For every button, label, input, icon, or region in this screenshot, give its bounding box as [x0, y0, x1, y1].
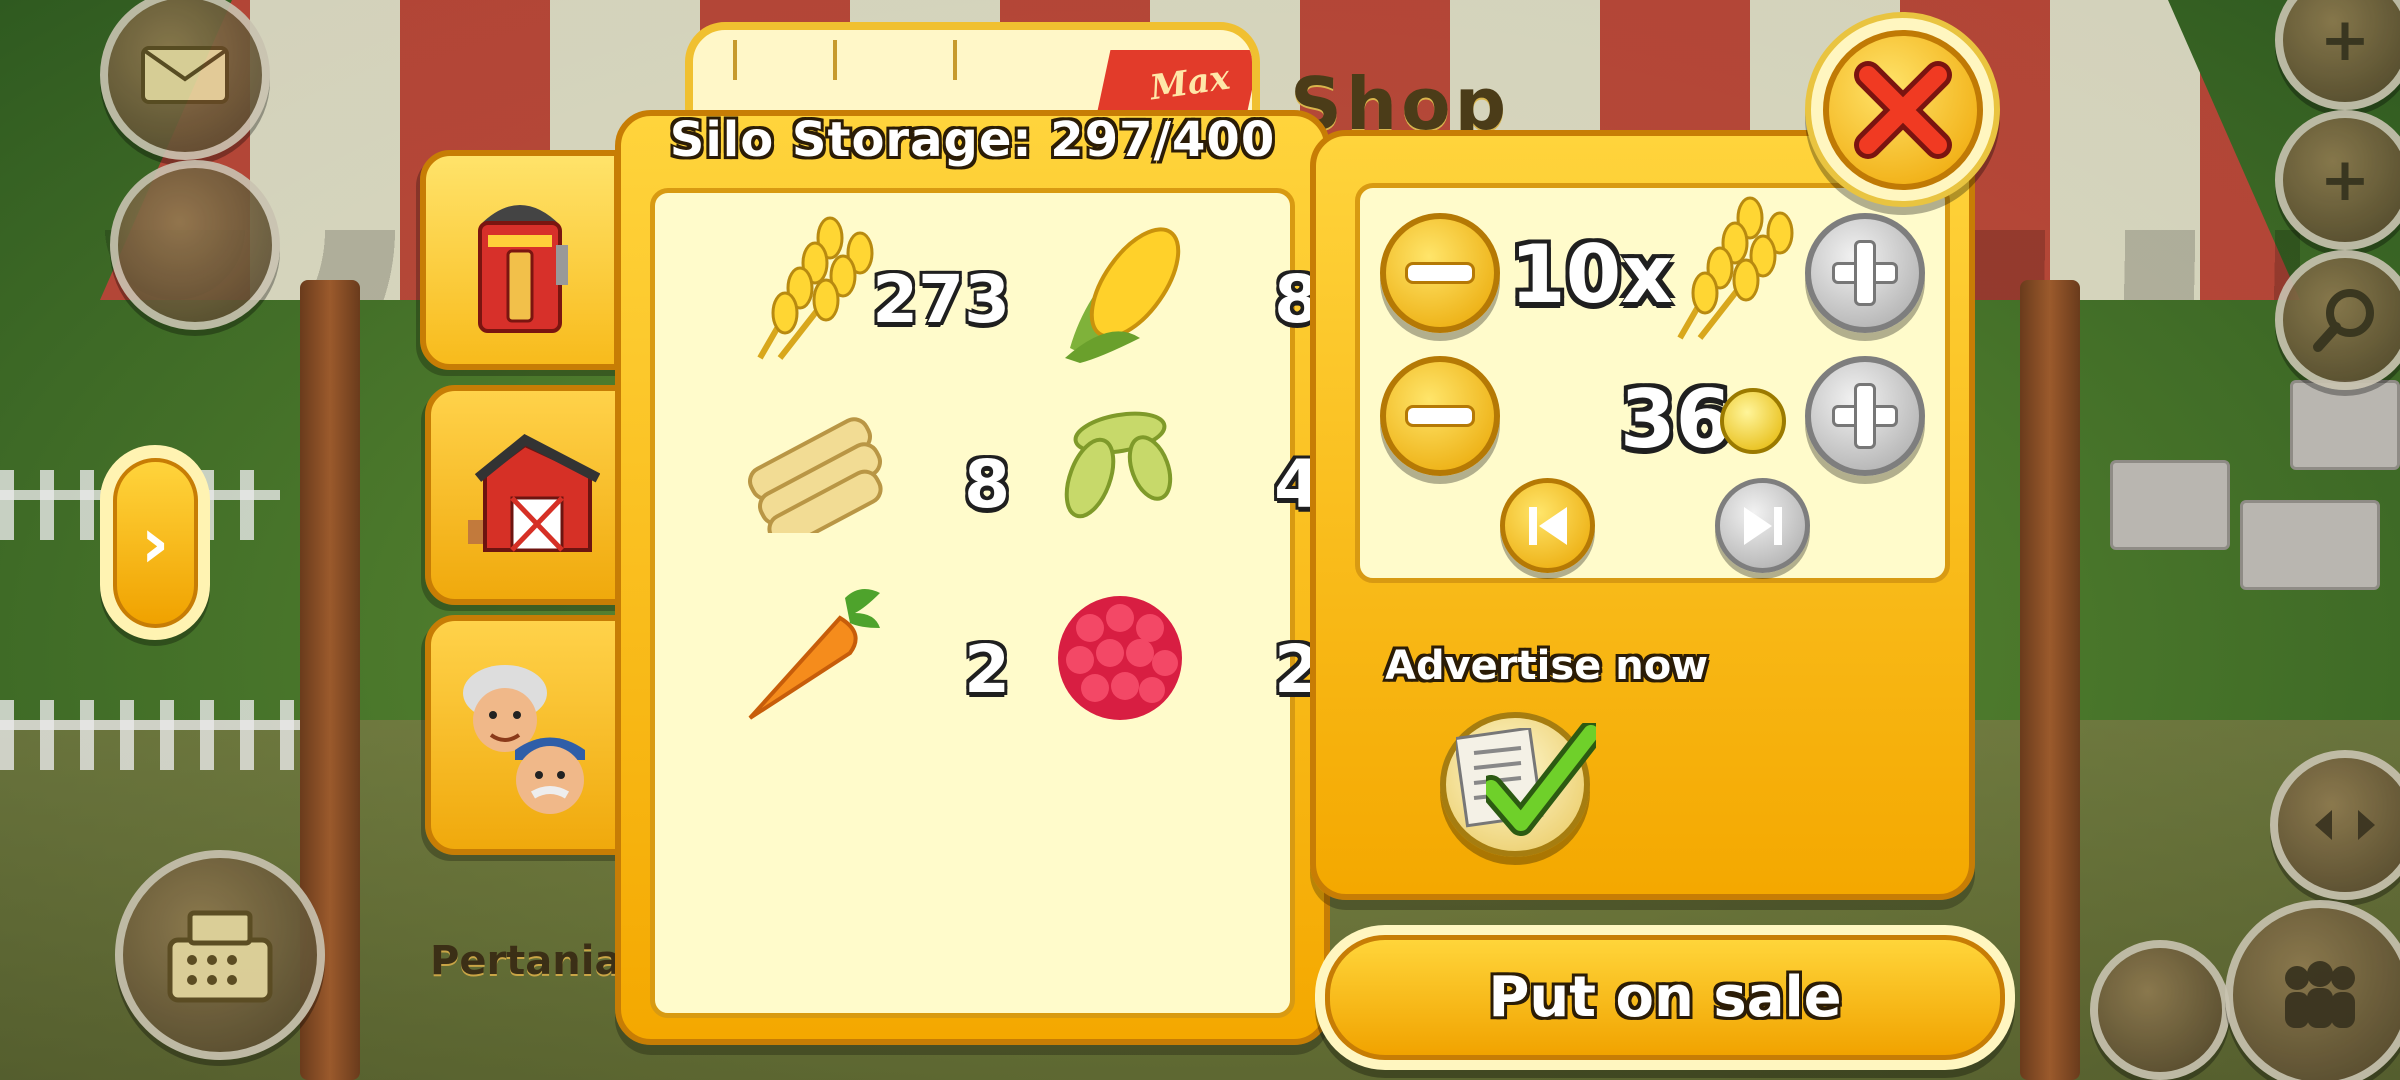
plus-icon — [1832, 383, 1898, 449]
gauge-tick — [733, 40, 737, 80]
magnifier-icon — [2313, 289, 2374, 352]
plus-icon — [1832, 240, 1898, 306]
decrease-quantity-button[interactable] — [1380, 213, 1500, 333]
expand-icon — [2315, 810, 2375, 840]
next-shop-arrow-button[interactable]: › — [100, 445, 210, 640]
inventory-grid: 273 8 8 4 2 2 — [650, 188, 1320, 1018]
sale-price: 36 — [1620, 373, 1732, 466]
visitors-icon — [463, 665, 585, 814]
inventory-item-corn[interactable]: 8 — [1030, 208, 1330, 378]
sale-quantity: 10x — [1510, 228, 1673, 321]
people-icon — [2285, 961, 2355, 1028]
inventory-item-carrot[interactable]: 2 — [720, 578, 1020, 748]
put-on-sale-label: Put on sale — [1325, 935, 2005, 1060]
max-price-button[interactable] — [1715, 478, 1810, 573]
put-on-sale-button[interactable]: Put on sale — [1315, 925, 2015, 1070]
advertise-checkbox[interactable] — [1440, 712, 1596, 857]
inventory-item-raspberry[interactable]: 2 — [1030, 578, 1330, 748]
close-button[interactable] — [1805, 12, 2000, 207]
inventory-item-sugarcane[interactable]: 8 — [720, 393, 1020, 563]
shop-post-right — [2020, 280, 2080, 1080]
chevron-right-icon: › — [140, 501, 170, 584]
carrot-icon — [748, 589, 880, 720]
raspberry-icon — [1058, 596, 1182, 720]
close-icon — [1853, 60, 1952, 159]
sale-controls: 10x 36 — [1355, 183, 1950, 583]
min-price-button[interactable] — [1500, 478, 1595, 573]
increase-price-button[interactable] — [1805, 356, 1925, 476]
tab-silo[interactable] — [420, 150, 620, 370]
envelope-icon — [141, 46, 229, 104]
gauge-tick — [833, 40, 837, 80]
coin-icon — [1720, 388, 1786, 454]
wheat-icon — [757, 216, 874, 360]
inventory-item-wheat[interactable]: 273 — [720, 208, 1020, 378]
inventory-qty: 273 — [872, 261, 1010, 338]
inventory-qty: 8 — [964, 446, 1010, 523]
fence-left-lower-bar — [0, 720, 300, 730]
decrease-price-button[interactable] — [1380, 356, 1500, 476]
plus-icon: + — [2319, 5, 2371, 75]
minus-icon — [1405, 262, 1475, 284]
gauge-tick — [953, 40, 957, 80]
tab-barn[interactable] — [425, 385, 625, 605]
selected-item-wheat-icon — [1677, 196, 1794, 340]
soybean-icon — [1064, 411, 1173, 519]
skip-to-start-icon — [1528, 506, 1567, 545]
stone-wall — [2110, 460, 2230, 550]
skip-to-end-icon — [1743, 506, 1782, 545]
minus-icon — [1405, 405, 1475, 427]
hud-button[interactable] — [110, 160, 280, 330]
silo-storage-title: Silo Storage: 297/400 — [669, 112, 1276, 168]
advertise-label: Advertise now — [1385, 643, 1709, 689]
increase-quantity-button[interactable] — [1805, 213, 1925, 333]
stone-wall — [2240, 500, 2380, 590]
corn-icon — [1065, 227, 1181, 363]
stone-wall — [2290, 380, 2400, 470]
inventory-qty: 2 — [964, 631, 1010, 708]
cash-register-icon — [167, 910, 273, 1003]
silo-icon — [478, 205, 568, 333]
tab-visitors[interactable] — [425, 615, 625, 855]
fence-left-lower — [0, 700, 300, 770]
plus-icon: + — [2319, 145, 2371, 215]
inventory-item-soybean[interactable]: 4 — [1030, 393, 1330, 563]
sugarcane-icon — [748, 417, 883, 533]
cash-register-button[interactable] — [115, 850, 325, 1060]
barn-icon — [468, 434, 600, 552]
decorate-button[interactable] — [2090, 940, 2230, 1080]
checkmark-icon — [1486, 723, 1596, 836]
